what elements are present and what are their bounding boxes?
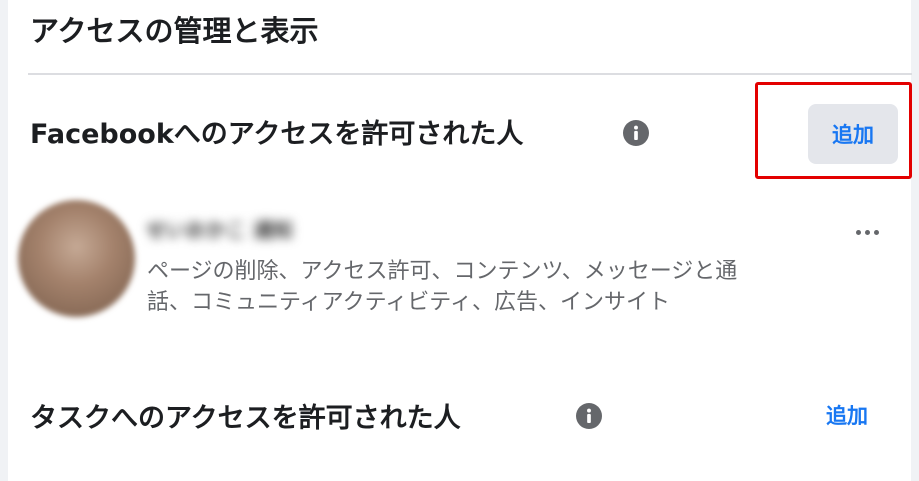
facebook-access-title: Facebookへのアクセスを許可された人 bbox=[30, 119, 524, 150]
info-icon[interactable] bbox=[623, 120, 649, 146]
permissions-text-line2: 話、コミュニティアクティビティ、広告、インサイト bbox=[147, 290, 670, 315]
divider bbox=[28, 73, 912, 75]
permissions-text-line1: ページの削除、アクセス許可、コンテンツ、メッセージと通 bbox=[147, 259, 738, 284]
highlight-box bbox=[755, 82, 912, 179]
task-access-title: タスクへのアクセスを許可された人 bbox=[30, 403, 461, 434]
dot bbox=[855, 229, 861, 235]
dot bbox=[864, 229, 870, 235]
avatar[interactable] bbox=[18, 200, 135, 317]
page-title: アクセスの管理と表示 bbox=[30, 14, 319, 48]
left-panel-border bbox=[0, 0, 8, 481]
dot bbox=[873, 229, 879, 235]
info-icon[interactable] bbox=[576, 403, 602, 429]
right-panel-border bbox=[911, 0, 919, 481]
add-task-access-link[interactable]: 追加 bbox=[826, 400, 868, 430]
user-name[interactable]: せいおかこ 通知 bbox=[146, 214, 293, 243]
more-options-icon[interactable] bbox=[850, 222, 884, 242]
